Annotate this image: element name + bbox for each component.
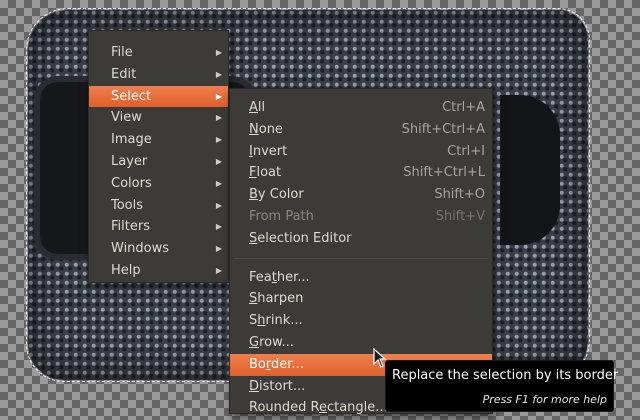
menu-item-label: View	[111, 110, 142, 126]
mnemonic: G	[249, 334, 260, 350]
menu-item-layer[interactable]: Layer ▶	[89, 151, 228, 173]
menu-item-label: Filters	[111, 219, 150, 235]
menu-item-label-pre: Bo	[249, 356, 266, 372]
menu-item-file[interactable]: File ▶	[89, 42, 228, 64]
menu-item-label-pre: Rounded R	[249, 400, 319, 416]
submenu-arrow-icon: ▶	[215, 200, 222, 210]
menu-item-label: harpen	[257, 291, 304, 307]
menu-item-label: y Color	[257, 187, 304, 203]
mnemonic: N	[249, 121, 259, 137]
submenu-arrow-icon: ▶	[215, 265, 222, 275]
shortcut-label: Shift+Ctrl+A	[401, 121, 485, 137]
tooltip-help-hint: Press F1 for more help	[482, 393, 607, 406]
menu-item-label: Windows	[111, 241, 170, 257]
menu-item-label: File	[111, 45, 133, 60]
shortcut-label: Shift+O	[434, 187, 485, 203]
menu-item-edit[interactable]: Edit ▶	[89, 64, 228, 86]
mnemonic: h	[257, 313, 266, 329]
menu-item-windows[interactable]: Windows ▶	[89, 238, 228, 260]
menu-item-label: der...	[271, 356, 304, 372]
mnemonic: B	[249, 187, 258, 203]
menu-item-label: one	[258, 121, 283, 137]
canvas-image-notch	[500, 95, 560, 245]
submenu-arrow-icon: ▶	[215, 222, 222, 232]
menu-item-label-pre: Fea	[249, 269, 272, 285]
shortcut-label: Ctrl+A	[442, 100, 485, 115]
tooltip: Replace the selection by its border Pres…	[385, 360, 619, 412]
menu-item-help[interactable]: Help ▶	[89, 260, 228, 282]
menu-item-label: loat	[256, 165, 282, 181]
menu-item-float[interactable]: Float Shift+Ctrl+L	[230, 162, 492, 184]
menu-item-label: Tools	[111, 197, 144, 213]
shortcut-label: Shift+V	[435, 208, 485, 224]
menu-item-label: From Path	[249, 208, 314, 224]
menu-separator	[234, 257, 488, 259]
menu-item-label: Layer	[111, 153, 148, 169]
menu-item-label: Image	[111, 132, 152, 148]
menu-item-label: her...	[276, 269, 310, 285]
menu-item-label: ctangle...	[326, 400, 388, 416]
menu-item-select[interactable]: Select ▶	[89, 85, 228, 108]
menu-item-grow[interactable]: Grow...	[230, 332, 492, 354]
submenu-arrow-icon: ▶	[215, 156, 222, 166]
menu-item-label: istort...	[259, 378, 306, 394]
submenu-arrow-icon: ▶	[215, 113, 222, 123]
submenu-arrow-icon: ▶	[215, 91, 222, 101]
mnemonic: D	[249, 378, 260, 394]
menu-item-label: row...	[259, 334, 294, 350]
image-menu: File ▶ Edit ▶ Select ▶ View ▶ Image ▶ Layer ▶ …	[88, 30, 229, 283]
menu-item-colors[interactable]: Colors ▶	[89, 173, 228, 195]
menu-item-from-path: From Path Shift+V	[230, 206, 492, 228]
menu-item-none[interactable]: None Shift+Ctrl+A	[230, 119, 492, 141]
submenu-arrow-icon: ▶	[215, 48, 222, 57]
menu-item-label: Help	[111, 262, 141, 278]
menu-item-label: ll	[257, 100, 266, 115]
submenu-arrow-icon: ▶	[215, 69, 222, 79]
submenu-arrow-icon: ▶	[215, 244, 222, 254]
menu-item-by-color[interactable]: By Color Shift+O	[230, 184, 492, 206]
menu-item-label: Select	[111, 88, 152, 104]
mnemonic: e	[318, 400, 327, 416]
menu-item-sharpen[interactable]: Sharpen	[230, 288, 492, 310]
menu-item-label: election Editor	[257, 230, 352, 246]
menu-item-label: rink...	[265, 313, 303, 329]
menu-item-image[interactable]: Image ▶	[89, 129, 228, 151]
menu-item-selection-editor[interactable]: Selection Editor	[230, 228, 492, 250]
shortcut-label: Ctrl+I	[447, 143, 485, 159]
submenu-arrow-icon: ▶	[215, 178, 222, 188]
menu-item-all[interactable]: All Ctrl+A	[230, 97, 492, 119]
menu-item-filters[interactable]: Filters ▶	[89, 216, 228, 238]
tooltip-text: Replace the selection by its border	[392, 368, 619, 383]
menu-item-feather[interactable]: Feather...	[230, 267, 492, 289]
menu-item-label: Edit	[111, 66, 137, 82]
shortcut-label: Shift+Ctrl+L	[403, 165, 485, 181]
mouse-pointer-icon	[373, 348, 387, 368]
menu-item-shrink[interactable]: Shrink...	[230, 310, 492, 332]
menu-item-label: Colors	[111, 175, 152, 191]
menu-item-label: nvert	[252, 143, 288, 159]
menu-item-view[interactable]: View ▶	[89, 107, 228, 129]
submenu-arrow-icon: ▶	[215, 135, 222, 145]
menu-item-invert[interactable]: Invert Ctrl+I	[230, 141, 492, 163]
menu-item-tools[interactable]: Tools ▶	[89, 195, 228, 217]
mnemonic: A	[249, 100, 258, 115]
